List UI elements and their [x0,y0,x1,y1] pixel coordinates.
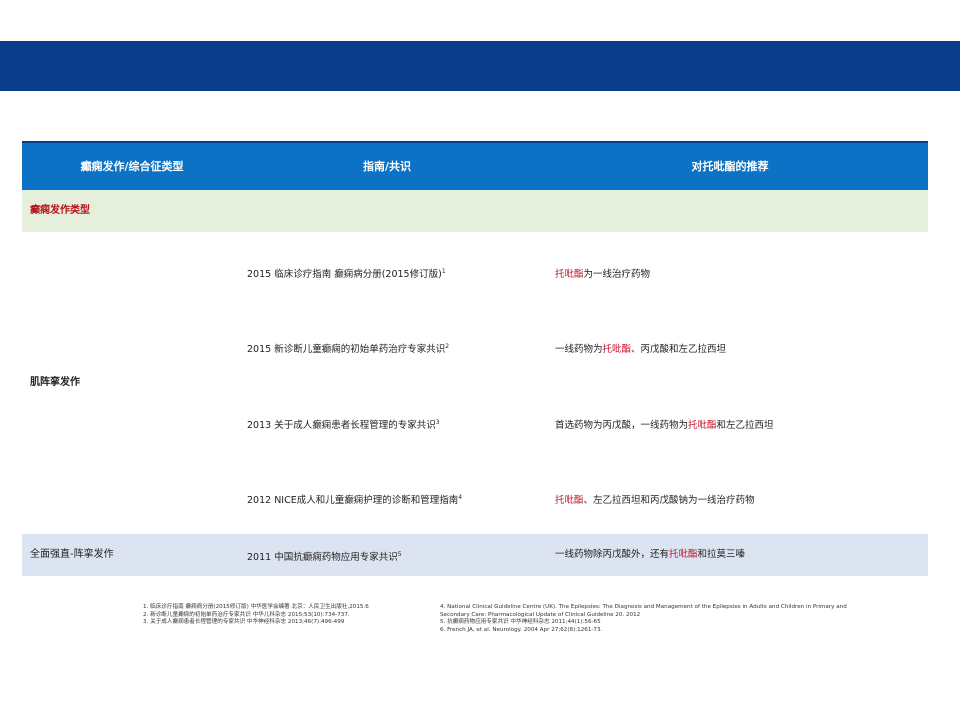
table-header-row: 癫痫发作/综合征类型 指南/共识 对托吡酯的推荐 [22,141,928,190]
guideline-cell: 2011 中国抗癫痫药物应用专家共识5 [247,551,402,563]
recommendation-cell: 托吡酯为一线治疗药物 [555,269,651,280]
column-header-guideline: 指南/共识 [362,160,412,173]
recommendation-cell: 一线药物除丙戊酸外，还有托吡酯和拉莫三嗪 [555,549,746,560]
recommendation-cell: 一线药物为托吡酯、丙戊酸和左乙拉西坦 [555,344,727,355]
section-row: 癫痫发作类型 [22,190,928,232]
table-row: 2013 关于成人癫痫患者长程管理的专家共识3 首选药物为丙戊酸，一线药物为托吡… [22,417,928,437]
recommendation-cell: 首选药物为丙戊酸，一线药物为托吡酯和左乙拉西坦 [555,420,774,431]
reference-item: 1. 临床诊疗指南 癫痫病分册(2015修订版) 中华医学会编著 北京：人民卫生… [143,604,369,610]
reference-item: 5. 抗癫痫药物应用专家共识 中华神经科杂志 2011;44(1):56-65 [440,619,601,626]
guideline-cell: 2015 新诊断儿童癫痫的初始单药治疗专家共识2 [247,343,450,355]
myoclonic-group: 肌阵挛发作 2015 临床诊疗指南 癫痫病分册(2015修订版)1 托吡酯为一线… [22,232,928,534]
guideline-cell: 2015 临床诊疗指南 癫痫病分册(2015修订版)1 [247,268,446,280]
recommendation-table: 癫痫发作/综合征类型 指南/共识 对托吡酯的推荐 癫痫发作类型 肌阵挛发作 20… [22,141,928,576]
reference-item: 6. French JA, et al. Neurology. 2004 Apr… [440,626,603,633]
header-band [0,41,960,91]
section-label: 癫痫发作类型 [30,205,90,216]
table-row: 2015 临床诊疗指南 癫痫病分册(2015修订版)1 托吡酯为一线治疗药物 [22,266,928,286]
seizure-type-label: 全面强直-阵挛发作 [30,549,114,560]
guideline-cell: 2013 关于成人癫痫患者长程管理的专家共识3 [247,419,440,431]
recommendation-cell: 托吡酯、左乙拉西坦和丙戊酸钠为一线治疗药物 [555,495,755,506]
table-row-generalized: 全面强直-阵挛发作 2011 中国抗癫痫药物应用专家共识5 一线药物除丙戊酸外，… [22,534,928,576]
references-right: 4. National Clinical Guideline Centre (U… [440,604,910,634]
column-header-recommendation: 对托吡酯的推荐 [691,160,769,173]
table-row: 2012 NICE成人和儿童癫痫护理的诊断和管理指南4 托吡酯、左乙拉西坦和丙戊… [22,492,928,512]
column-header-seizure-type: 癫痫发作/综合征类型 [80,160,184,173]
guideline-cell: 2012 NICE成人和儿童癫痫护理的诊断和管理指南4 [247,494,463,506]
reference-item: 4. National Clinical Guideline Centre (U… [440,604,847,610]
references-left: 1. 临床诊疗指南 癫痫病分册(2015修订版) 中华医学会编著 北京：人民卫生… [143,604,423,627]
table-row: 2015 新诊断儿童癫痫的初始单药治疗专家共识2 一线药物为托吡酯、丙戊酸和左乙… [22,341,928,361]
reference-item: 3. 关于成人癫痫患者长程管理的专家共识 中华神经科杂志 2013;46(7):… [143,619,345,626]
